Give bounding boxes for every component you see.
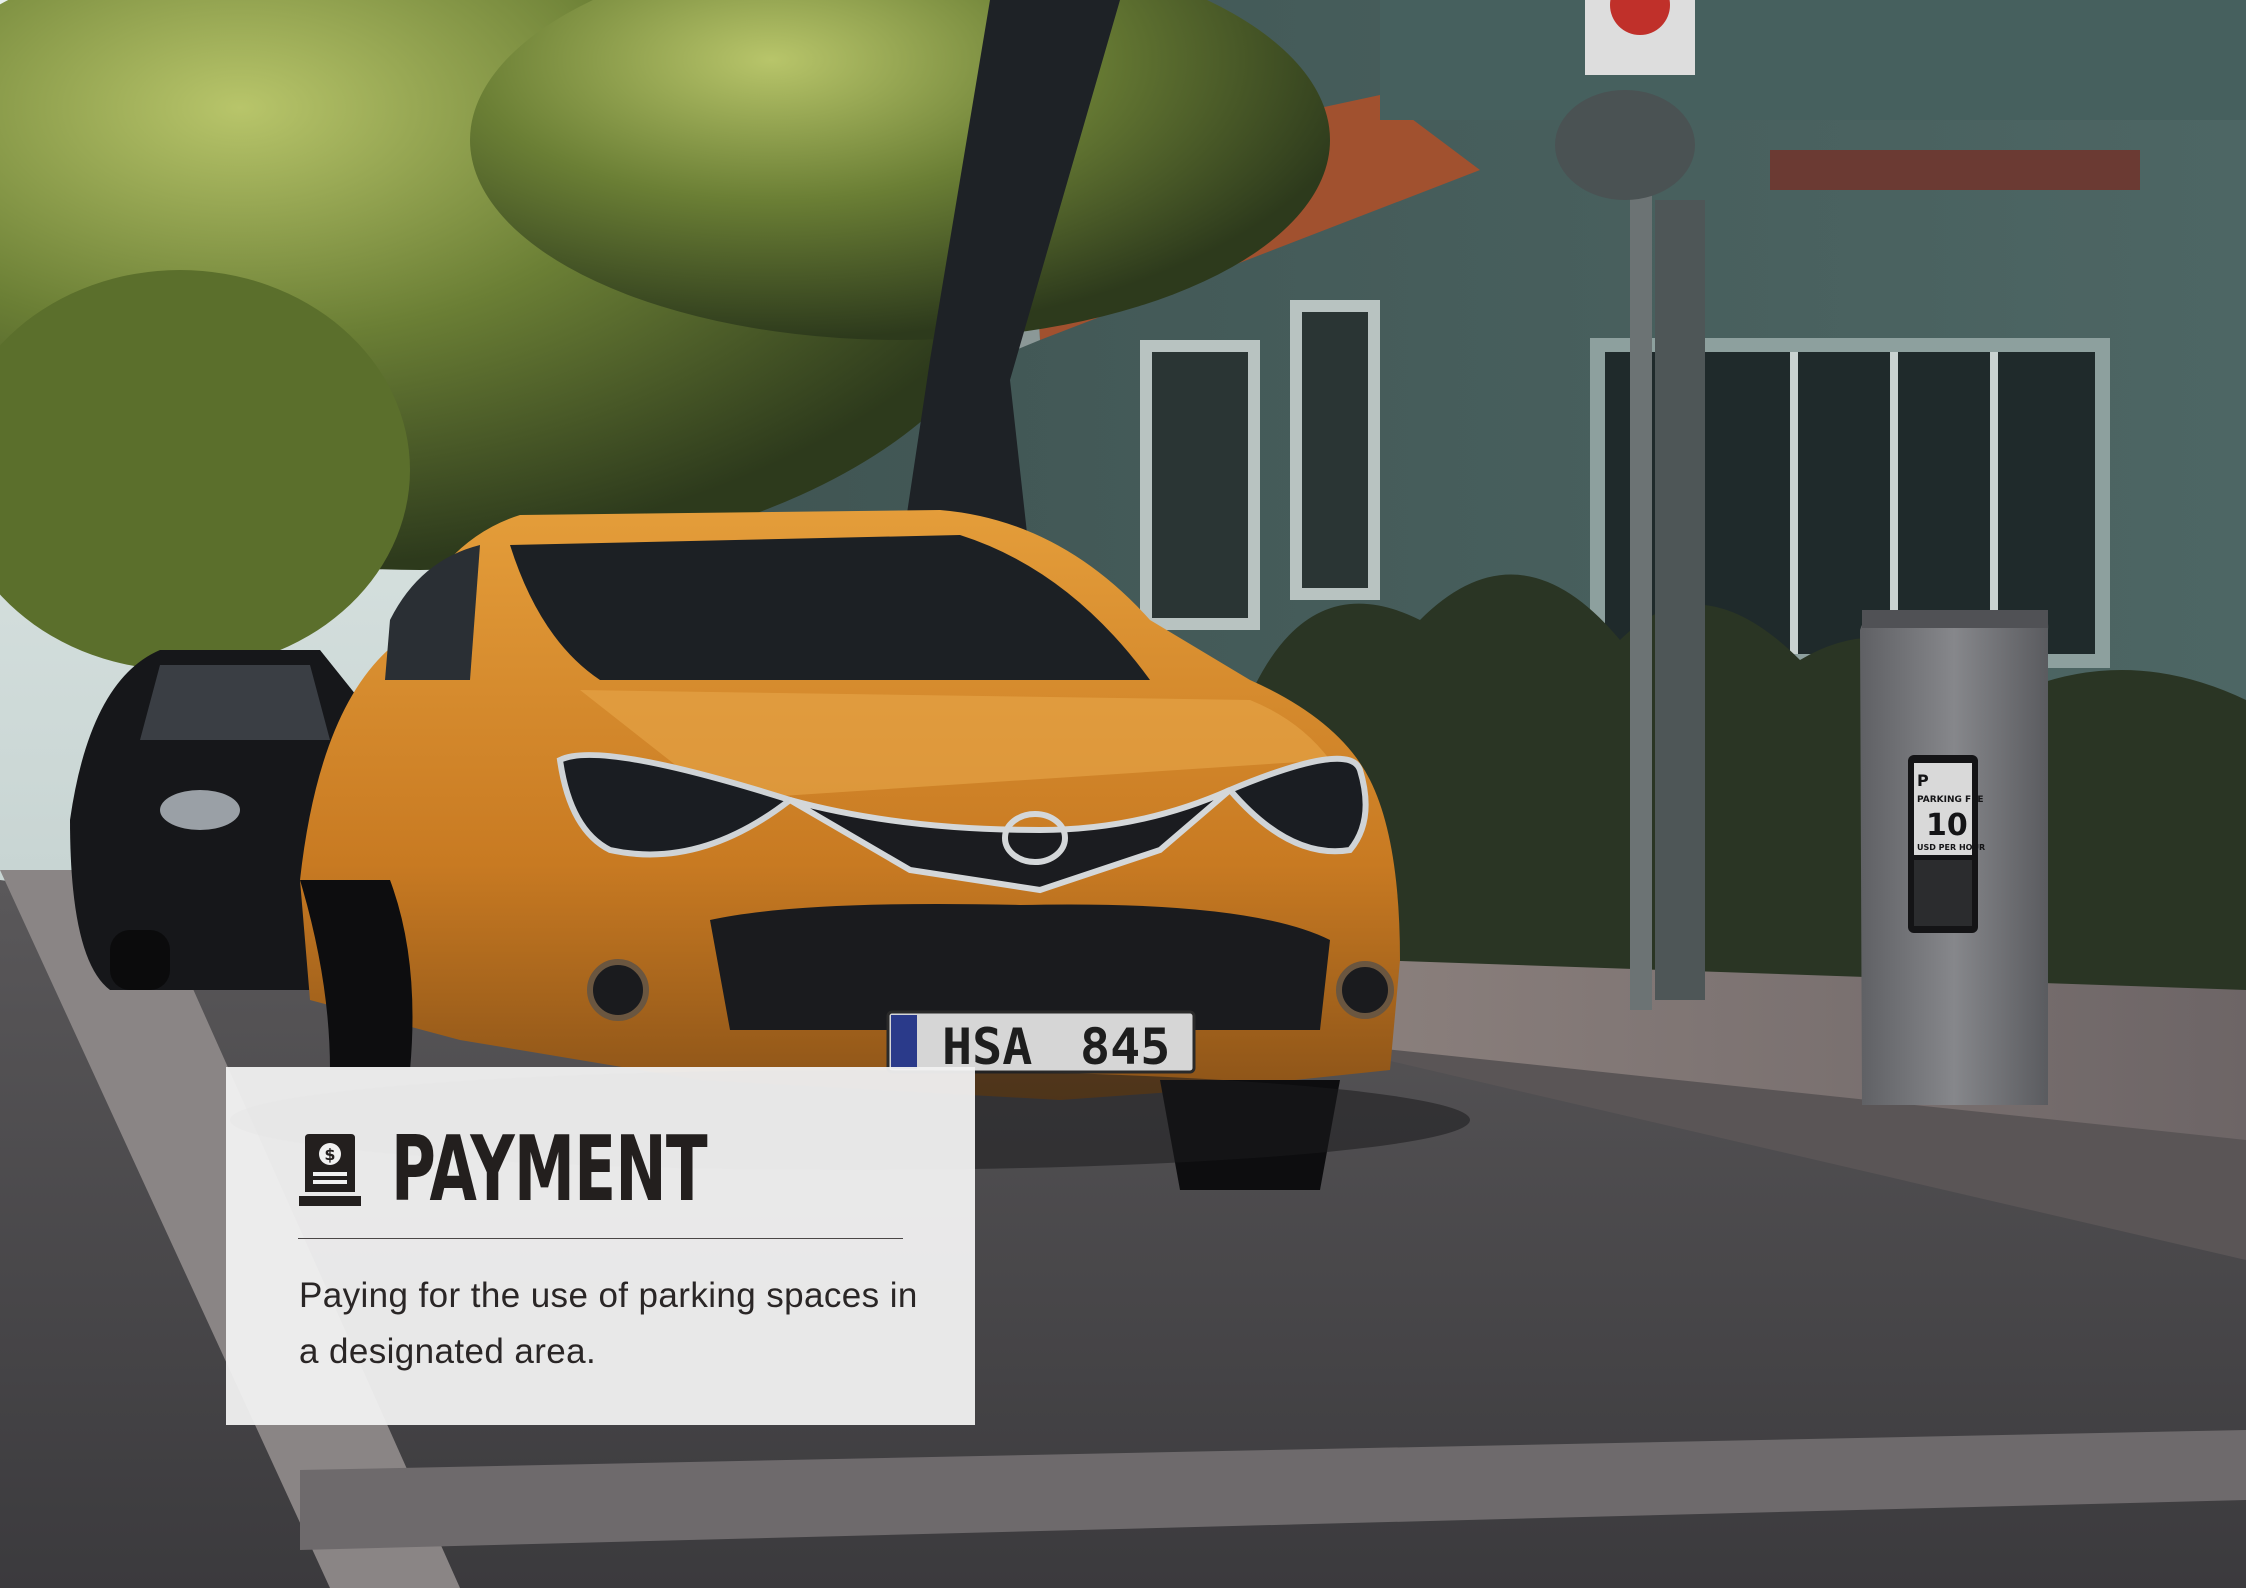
meter-line2: USD PER HOUR xyxy=(1917,843,1985,852)
plate-right: 845 xyxy=(1080,1018,1170,1076)
parking-meter: P PARKING FEE 10 USD PER HOUR xyxy=(1860,610,2049,1105)
meter-line1: PARKING FEE xyxy=(1917,795,1984,805)
parking-meter-dollar-icon: $ xyxy=(299,1134,361,1206)
street-lamp xyxy=(1555,90,1695,200)
meter-p-glyph: P xyxy=(1917,771,1929,790)
meter-fee: 10 xyxy=(1926,808,1968,843)
card-title: PAYMENT xyxy=(391,1117,708,1222)
card-divider xyxy=(298,1238,903,1239)
card-description: Paying for the use of parking spaces in … xyxy=(299,1276,918,1371)
info-card: $ PAYMENT Paying for the use of parking … xyxy=(226,1067,975,1425)
lamp-pole xyxy=(1630,120,1652,1010)
card-header: $ PAYMENT xyxy=(299,1125,856,1215)
svg-text:$: $ xyxy=(324,1145,335,1164)
building-upper xyxy=(1380,0,2246,120)
